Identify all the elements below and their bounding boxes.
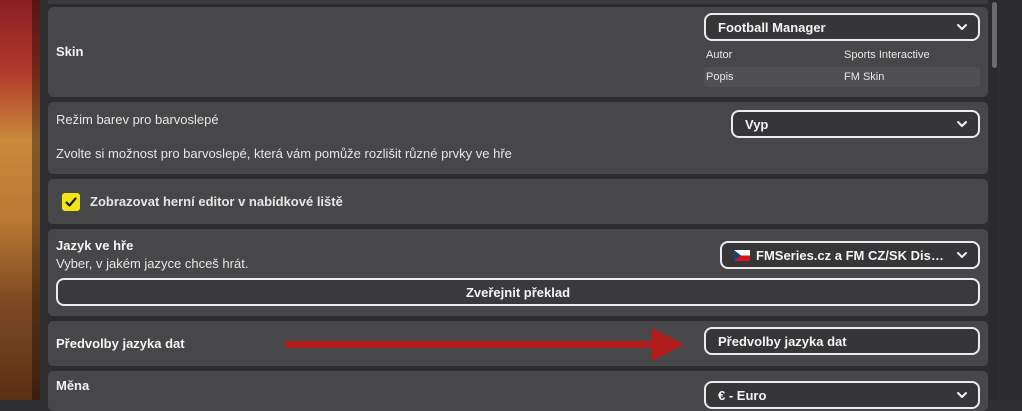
skin-card: Skin Football Manager Autor Sports Inter… <box>48 7 988 97</box>
right-background <box>1000 0 1022 400</box>
editor-toggle-card: Zobrazovat herní editor v nabídkové lišt… <box>48 179 988 224</box>
colorblind-description: Zvolte si možnost pro barvoslepé, která … <box>56 146 512 161</box>
language-description: Vyber, v jakém jazyce chceš hrát. <box>56 256 249 271</box>
checkmark-icon <box>65 197 77 207</box>
data-language-label: Předvolby jazyka dat <box>56 336 185 351</box>
publish-translation-label: Zveřejnit překlad <box>465 284 571 300</box>
skin-label: Skin <box>56 44 84 59</box>
czech-flag-icon <box>734 249 750 261</box>
skin-description-label: Popis <box>706 71 734 83</box>
colorblind-card: Režim barev pro barvoslepé Zvolte si mož… <box>48 102 988 174</box>
skin-dropdown[interactable]: Football Manager <box>704 13 980 41</box>
language-dropdown-value: FMSeries.cz a FM CZ/SK Disco... <box>756 247 950 263</box>
language-dropdown[interactable]: FMSeries.cz a FM CZ/SK Disco... <box>720 241 980 269</box>
language-label: Jazyk ve hře <box>56 238 134 253</box>
currency-label: Měna <box>56 378 90 393</box>
currency-dropdown[interactable]: € - Euro <box>704 381 980 409</box>
previous-card-edge <box>48 0 988 4</box>
skin-author-value: Sports Interactive <box>844 49 930 61</box>
colorblind-dropdown[interactable]: Vyp <box>731 110 980 138</box>
annotation-arrow-icon <box>286 328 684 361</box>
colorblind-dropdown-value: Vyp <box>745 116 769 132</box>
chevron-down-icon <box>956 118 968 130</box>
colorblind-label: Režim barev pro barvoslepé <box>56 112 219 127</box>
editor-toggle-checkbox[interactable] <box>62 193 80 211</box>
background-player-photo <box>0 0 40 400</box>
skin-description-row: Popis FM Skin <box>704 67 980 87</box>
skin-author-row: Autor Sports Interactive <box>704 45 980 65</box>
data-language-button[interactable]: Předvolby jazyka dat <box>704 327 980 355</box>
data-language-button-label: Předvolby jazyka dat <box>718 333 847 349</box>
scrollbar-thumb[interactable] <box>992 2 997 68</box>
editor-toggle-label: Zobrazovat herní editor v nabídkové lišt… <box>90 194 343 209</box>
currency-dropdown-value: € - Euro <box>718 387 767 403</box>
language-card: Jazyk ve hře Vyber, v jakém jazyce chceš… <box>48 229 988 316</box>
currency-card: Měna € - Euro <box>48 371 988 411</box>
chevron-down-icon <box>956 21 968 33</box>
skin-dropdown-value: Football Manager <box>718 19 826 35</box>
chevron-down-icon <box>956 249 968 261</box>
skin-author-label: Autor <box>706 49 733 61</box>
skin-description-value: FM Skin <box>844 71 885 83</box>
publish-translation-button[interactable]: Zveřejnit překlad <box>56 278 980 306</box>
chevron-down-icon <box>956 389 968 401</box>
